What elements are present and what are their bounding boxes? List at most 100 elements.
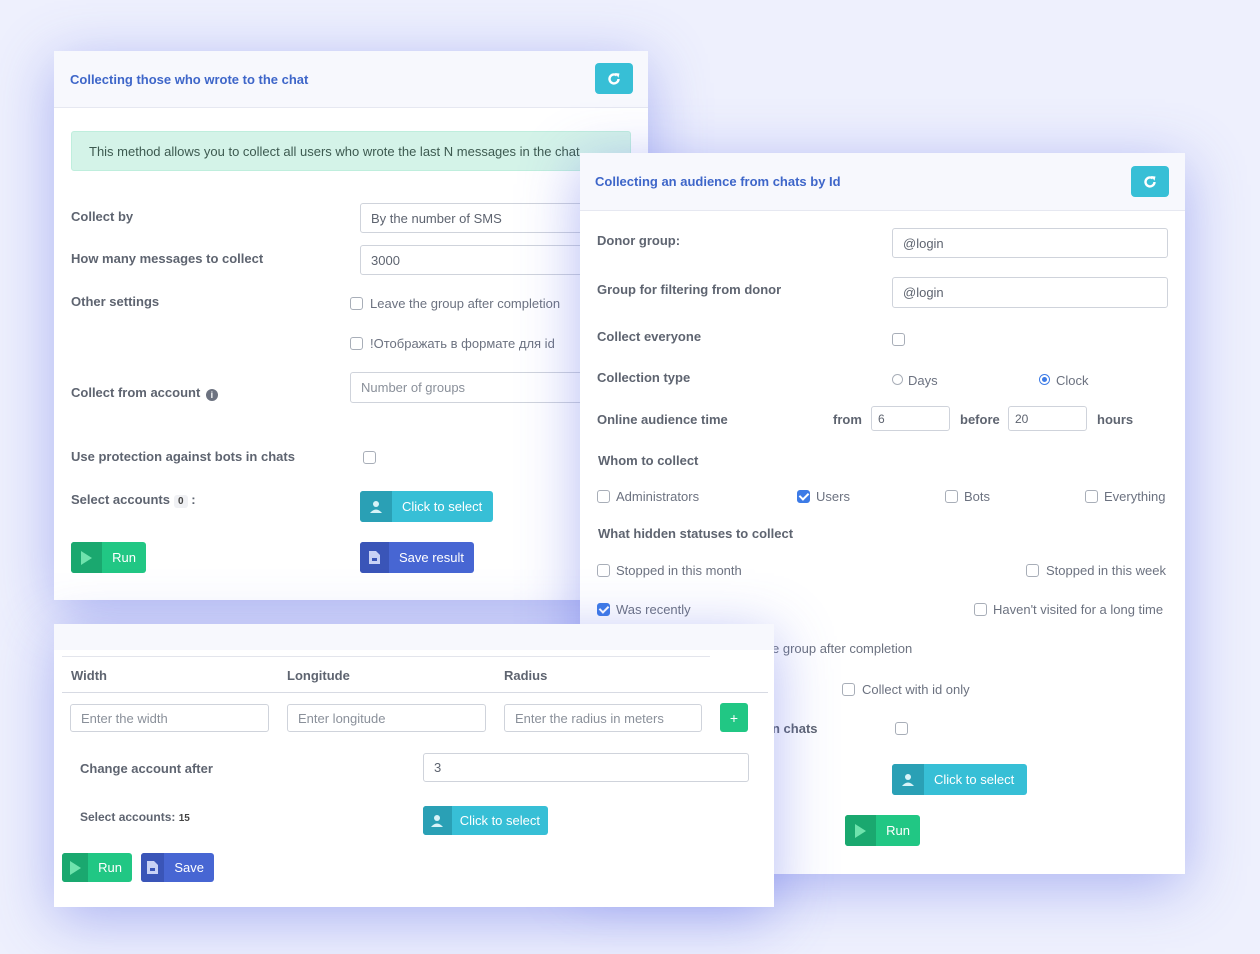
card-title: Collecting those who wrote to the chat [70,72,309,87]
card-collect-writers: Collecting those who wrote to the chat T… [54,51,660,600]
run-label: Run [886,823,910,838]
play-icon [62,853,89,882]
collection-type-label: Collection type [597,370,691,385]
refresh-icon [1144,175,1156,188]
user-icon [360,491,392,522]
type-clock-label: Clock [1056,373,1089,388]
how-many-label: How many messages to collect [71,251,264,266]
from-label: from [833,412,862,427]
card-header [54,624,774,650]
collect-everyone-checkbox[interactable] [892,333,905,346]
select-accounts-label: Select accounts 0 : [71,492,196,508]
status-week-checkbox[interactable] [1026,564,1039,577]
col-longitude-header: Longitude [287,668,350,683]
run-button[interactable]: Run [845,815,920,846]
collect-from-label: Collect from account i [71,385,218,401]
status-month-checkbox[interactable] [597,564,610,577]
collect-with-id-checkbox[interactable] [842,683,855,696]
donor-group-label: Donor group: [597,233,681,248]
run-label: Run [98,860,122,875]
other-settings-label: Other settings [71,294,160,309]
refresh-icon [608,72,620,85]
refresh-button[interactable] [595,63,633,94]
col-radius-header: Radius [504,668,548,683]
change-account-label: Change account after [80,761,213,776]
run-button[interactable]: Run [71,542,146,573]
save-result-label: Save result [398,550,464,565]
user-icon [423,806,452,835]
status-month-label: Stopped in this month [616,563,742,578]
whom-admins-checkbox[interactable] [597,490,610,503]
hidden-statuses-label: What hidden statuses to collect [598,526,794,541]
table-header-divider [62,692,768,693]
select-accounts-text: Select accounts [71,492,170,507]
online-time-label: Online audience time [597,412,728,427]
filter-group-input[interactable]: @login [892,277,1168,308]
file-icon [141,853,165,882]
file-icon [360,542,389,573]
click-to-select-label: Click to select [459,813,540,828]
click-to-select-button[interactable]: Click to select [423,806,548,835]
add-row-button[interactable]: + [720,703,748,732]
whom-label: Whom to collect [598,453,699,468]
bot-protection-partial-label: n chats [772,721,818,736]
play-icon [845,815,877,846]
longitude-input[interactable]: Enter longitude [287,704,486,732]
bot-protection-checkbox[interactable] [895,722,908,735]
bot-protection-label: Use protection against bots in chats [71,449,295,464]
card-title: Collecting an audience from chats by Id [595,174,841,189]
leave-group-label: Leave the group after completion [370,296,561,311]
refresh-button[interactable] [1131,166,1169,197]
card-header: Collecting an audience from chats by Id [580,153,1185,211]
collect-by-label: Collect by [71,209,134,224]
save-label: Save [174,860,204,875]
col-width-header: Width [71,668,107,683]
leave-group-partial-label: e group after completion [772,641,913,656]
status-long-checkbox[interactable] [974,603,987,616]
filter-group-label: Group for filtering from donor [597,282,782,297]
id-format-label: !Отображать в формате для id [370,336,555,351]
status-long-label: Haven't visited for a long time [993,602,1164,617]
width-input[interactable]: Enter the width [70,704,269,732]
id-format-checkbox[interactable] [350,337,363,350]
status-week-label: Stopped in this week [1046,563,1166,578]
change-account-input[interactable]: 3 [423,753,749,782]
donor-group-input[interactable]: @login [892,228,1168,258]
whom-admins-label: Administrators [616,489,700,504]
radius-input[interactable]: Enter the radius in meters [504,704,702,732]
whom-everything-label: Everything [1104,489,1166,504]
save-result-button[interactable]: Save result [360,542,474,573]
type-clock-radio[interactable] [1039,374,1050,385]
whom-everything-checkbox[interactable] [1085,490,1098,503]
hours-label: hours [1097,412,1134,427]
table-top-divider [62,656,710,657]
info-icon[interactable]: i [205,389,218,401]
status-recently-checkbox[interactable] [597,603,610,616]
save-button[interactable]: Save [141,853,214,882]
user-icon [892,764,924,795]
select-accounts-label: Select accounts: 15 [80,810,190,824]
bot-protection-checkbox[interactable] [363,451,376,464]
select-accounts-text: Select accounts: [80,810,176,824]
status-recently-label: Was recently [616,602,691,617]
play-icon [71,542,103,573]
add-row-label: + [729,709,739,726]
run-button[interactable]: Run [62,853,132,882]
whom-bots-checkbox[interactable] [945,490,958,503]
leave-group-checkbox[interactable] [350,297,363,310]
type-days-radio[interactable] [892,374,903,385]
from-input[interactable]: 6 [871,406,950,431]
accounts-count-badge: 0 [174,495,188,508]
whom-users-checkbox[interactable] [797,490,810,503]
click-to-select-label: Click to select [934,772,1015,787]
accounts-count: 15 [178,813,190,824]
whom-bots-label: Bots [964,489,991,504]
click-to-select-button[interactable]: Click to select [892,764,1027,795]
whom-users-label: Users [816,489,850,504]
click-to-select-label: Click to select [402,499,483,514]
before-input[interactable]: 20 [1008,406,1087,431]
before-label: before [960,412,1000,427]
card-header: Collecting those who wrote to the chat [54,51,648,108]
card-geo-collect: Width Longitude Radius Enter the width E… [54,624,774,907]
click-to-select-button[interactable]: Click to select [360,491,493,522]
